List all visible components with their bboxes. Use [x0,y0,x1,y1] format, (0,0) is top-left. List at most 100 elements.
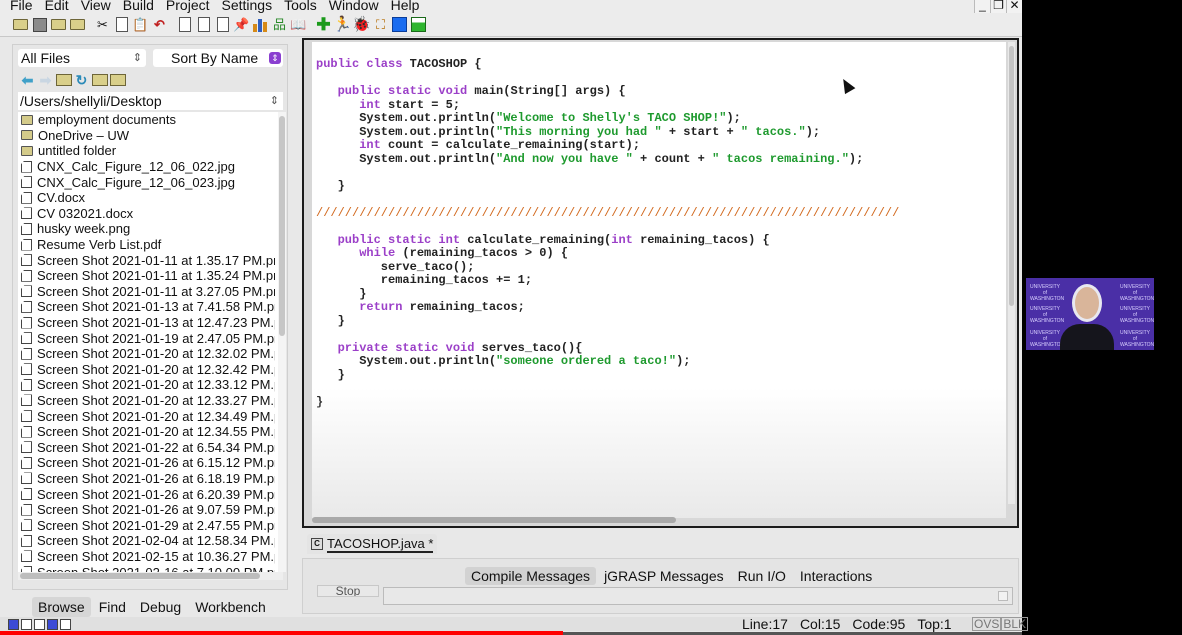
open-folder-icon[interactable] [12,16,29,33]
sort-select[interactable]: Sort By Name ⇕ [153,49,283,67]
file-item[interactable]: Screen Shot 2021-01-20 at 12.33.12 PM.pn… [18,377,283,393]
menu-edit[interactable]: Edit [39,0,75,12]
file-item[interactable]: Screen Shot 2021-01-11 at 1.35.24 PM.png [18,268,283,284]
file-item[interactable]: Screen Shot 2021-01-20 at 12.32.42 PM.pn… [18,362,283,378]
file-item[interactable]: Screen Shot 2021-01-20 at 12.34.55 PM.pn… [18,424,283,440]
message-checkbox[interactable] [998,591,1008,601]
file-item[interactable]: Screen Shot 2021-02-04 at 12.58.34 PM.pn… [18,533,283,549]
file-item[interactable]: Screen Shot 2021-02-16 at 7.10.00 PM.png [18,564,283,572]
layout-icon-5[interactable] [60,619,71,630]
menu-window[interactable]: Window [323,0,385,12]
menu-tools[interactable]: Tools [278,0,323,12]
tab-workbench[interactable]: Workbench [189,597,272,617]
file-item[interactable]: Screen Shot 2021-01-13 at 12.47.23 PM.pn… [18,315,283,331]
minimize-button[interactable]: _ [974,0,990,13]
path-select[interactable]: /Users/shellyli/Desktop ⇕ [18,92,283,110]
file-filter-select[interactable]: All Files ⇕ [18,49,146,67]
file-name: Screen Shot 2021-02-16 at 7.10.00 PM.png [37,565,275,572]
menu-project[interactable]: Project [160,0,216,12]
menu-view[interactable]: View [75,0,117,12]
menu-help[interactable]: Help [385,0,426,12]
chart-icon[interactable] [252,16,269,33]
editor-file-tab[interactable]: C TACOSHOP.java * [307,534,438,554]
file-item[interactable]: CNX_Calc_Figure_12_06_023.jpg [18,174,283,190]
undo-icon[interactable]: ↶ [151,16,168,33]
open-folder-icon[interactable] [109,73,126,88]
tab-browse[interactable]: Browse [32,597,91,617]
file-item[interactable]: Screen Shot 2021-01-20 at 12.34.49 PM.pn… [18,408,283,424]
file-item[interactable]: Screen Shot 2021-01-13 at 7.41.58 PM.png [18,299,283,315]
green-box-icon[interactable] [410,16,427,33]
doc3-icon[interactable] [214,16,231,33]
close-button[interactable]: ✕ [1006,0,1022,13]
file-list-vertical-scrollbar[interactable] [278,112,286,572]
refresh-icon[interactable]: ↻ [73,72,90,88]
new-folder-icon[interactable] [91,73,108,88]
message-panel: Compile Messages jGRASP Messages Run I/O In… [302,558,1019,614]
code-string: "And now you have " [496,151,633,166]
run-icon[interactable]: 🏃 [333,16,352,33]
file-item[interactable]: CNX_Calc_Figure_12_06_022.jpg [18,159,283,175]
editor-vertical-scrollbar[interactable] [1008,42,1015,504]
editor-horizontal-scrollbar[interactable] [312,516,1002,524]
back-arrow-icon[interactable]: ⬅ [19,72,36,88]
file-item[interactable]: Screen Shot 2021-01-26 at 6.20.39 PM.png [18,486,283,502]
file-list-horizontal-scrollbar[interactable] [18,572,283,580]
print-icon[interactable] [69,16,86,33]
file-item[interactable]: Screen Shot 2021-01-11 at 1.35.17 PM.png [18,252,283,268]
stop-button[interactable]: Stop [317,585,379,597]
save-icon[interactable] [31,16,48,33]
file-item[interactable]: Resume Verb List.pdf [18,237,283,253]
restore-button[interactable]: ❐ [990,0,1006,13]
file-item[interactable]: Screen Shot 2021-01-11 at 3.27.05 PM.png [18,284,283,300]
file-item[interactable]: Screen Shot 2021-01-22 at 6.54.34 PM.png [18,439,283,455]
message-output-field[interactable] [383,587,1013,605]
code-editor[interactable]: public class TACOSHOP { public static vo… [312,42,1006,518]
tab-run-i-o[interactable]: Run I/O [732,567,792,585]
menu-file[interactable]: File [0,0,39,12]
folder-item[interactable]: OneDrive – UW [18,128,283,144]
layout-icon-1[interactable] [8,619,19,630]
video-progress-bar[interactable] [0,631,563,635]
layout-icon-3[interactable] [34,619,45,630]
menu-settings[interactable]: Settings [216,0,279,12]
file-item[interactable]: Screen Shot 2021-02-15 at 10.36.27 PM.pn… [18,549,283,565]
file-item[interactable]: CV.docx [18,190,283,206]
file-item[interactable]: husky week.png [18,221,283,237]
doc-icon[interactable] [176,16,193,33]
pin-icon[interactable]: 📌 [233,16,250,33]
file-item[interactable]: CV 032021.docx [18,206,283,222]
layout-icon-2[interactable] [21,619,32,630]
tab-compile-messages[interactable]: Compile Messages [465,567,597,585]
code-text[interactable]: public class TACOSHOP { public static vo… [316,57,899,409]
debug-icon[interactable]: 🐞 [352,16,371,33]
tab-jgrasp-messages[interactable]: jGRASP Messages [598,567,730,585]
file-item[interactable]: Screen Shot 2021-01-20 at 12.32.02 PM.pn… [18,346,283,362]
file-item[interactable]: Screen Shot 2021-01-20 at 12.33.27 PM.pn… [18,393,283,409]
code-string: " tacos." [740,124,806,139]
copy-icon[interactable] [113,16,130,33]
open-b-icon[interactable] [50,16,67,33]
folder-item[interactable]: employment documents [18,112,283,128]
book-icon[interactable]: 📖 [290,16,307,33]
folder-item[interactable]: untitled folder [18,143,283,159]
file-item[interactable]: Screen Shot 2021-01-26 at 6.18.19 PM.png [18,471,283,487]
doc2-icon[interactable] [195,16,212,33]
cut-icon[interactable]: ✂ [94,16,111,33]
presentation-icon[interactable]: ⛶ [372,16,389,33]
file-item[interactable]: Screen Shot 2021-01-29 at 2.47.55 PM.png [18,517,283,533]
parent-folder-icon[interactable] [55,73,72,88]
tab-find[interactable]: Find [93,597,132,617]
compile-icon[interactable]: ✚ [315,16,332,33]
file-item[interactable]: Screen Shot 2021-01-19 at 2.47.05 PM.png [18,330,283,346]
file-item[interactable]: Screen Shot 2021-01-26 at 9.07.59 PM.png [18,502,283,518]
file-item[interactable]: Screen Shot 2021-01-26 at 6.15.12 PM.png [18,455,283,471]
menu-build[interactable]: Build [117,0,160,12]
layout-icon-4[interactable] [47,619,58,630]
forward-arrow-icon[interactable]: ➡ [37,72,54,88]
blue-box-icon[interactable] [391,16,408,33]
diagram-icon[interactable]: 品 [271,16,288,33]
tab-interactions[interactable]: Interactions [794,567,878,585]
tab-debug[interactable]: Debug [134,597,187,617]
paste-icon[interactable]: 📋 [132,16,149,33]
